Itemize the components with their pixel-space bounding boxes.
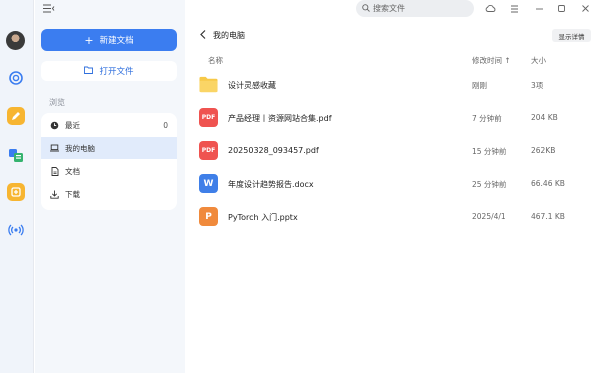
file-row[interactable]: PDF 20250328_093457.pdf 15 分钟前 262KB [193, 137, 593, 165]
file-name: 年度设计趋势报告.docx [228, 180, 314, 189]
plus-icon: + [84, 33, 94, 47]
file-size: 262KB [531, 146, 556, 155]
file-modified: 25 分钟前 [472, 180, 507, 189]
new-document-label: 新建文档 [99, 36, 134, 46]
browse-section-label: 浏览 [49, 98, 65, 107]
collapse-menu-icon[interactable] [43, 4, 55, 13]
column-header-modified[interactable]: 修改时间 ↑ [472, 55, 511, 66]
file-modified: 刚刚 [472, 81, 487, 90]
file-size: 3项 [531, 81, 544, 90]
breadcrumb: 我的电脑 [213, 31, 245, 40]
pdf-file-icon: PDF [199, 141, 218, 160]
file-modified: 7 分钟前 [472, 114, 502, 123]
file-name: 20250328_093457.pdf [228, 146, 319, 155]
column-header-size[interactable]: 大小 [531, 55, 546, 66]
search-input[interactable] [373, 4, 463, 13]
files-app-icon[interactable] [7, 146, 25, 164]
file-row[interactable]: PDF 产品经理丨资源网站合集.pdf 7 分钟前 204 KB [193, 104, 593, 132]
close-icon[interactable] [580, 3, 591, 14]
sidebar-item-downloads[interactable]: 下载 [41, 183, 177, 205]
recent-count: 0 [163, 120, 168, 130]
file-modified: 2025/4/1 [472, 212, 506, 221]
file-name: PyTorch 入门.pptx [228, 213, 298, 222]
file-size: 204 KB [531, 113, 558, 122]
sidebar-item-label: 最近 [65, 120, 80, 130]
sidebar-item-label: 我的电脑 [65, 143, 95, 153]
add-app-icon[interactable] [7, 183, 25, 201]
notes-pencil-icon[interactable] [7, 107, 25, 125]
document-icon [50, 166, 59, 176]
open-file-label: 打开文件 [99, 67, 134, 77]
folder-open-icon [84, 66, 94, 77]
file-modified: 15 分钟前 [472, 147, 507, 156]
file-row[interactable]: 设计灵感收藏 刚刚 3项 [193, 71, 593, 99]
search-bar[interactable] [356, 0, 474, 17]
app-rail [0, 0, 34, 373]
download-icon [50, 190, 59, 199]
word-file-icon: W [199, 174, 218, 193]
sidebar-item-label: 下载 [65, 189, 80, 199]
broadcast-icon[interactable] [7, 221, 25, 239]
powerpoint-file-icon: P [199, 207, 218, 226]
sidebar-item-my-computer[interactable]: 我的电脑 [41, 137, 177, 159]
sidebar-item-recent[interactable]: 最近 0 [41, 114, 177, 136]
minimize-icon[interactable] [534, 3, 545, 14]
pdf-file-icon: PDF [199, 108, 218, 127]
ai-assistant-icon[interactable] [7, 69, 25, 87]
menu-icon[interactable] [509, 3, 520, 14]
file-size: 66.46 KB [531, 179, 565, 188]
back-icon[interactable] [199, 29, 208, 40]
new-document-button[interactable]: + 新建文档 [41, 29, 177, 51]
file-name: 设计灵感收藏 [228, 81, 276, 90]
laptop-icon [50, 144, 59, 153]
column-header-name[interactable]: 名称 [208, 55, 223, 66]
sidebar-nav: 最近 0 我的电脑 文档 下载 [41, 113, 177, 210]
avatar[interactable] [6, 31, 25, 50]
file-row[interactable]: W 年度设计趋势报告.docx 25 分钟前 66.46 KB [193, 170, 593, 198]
cloud-sync-icon[interactable] [485, 3, 496, 14]
show-details-button[interactable]: 显示详情 [552, 29, 591, 42]
open-file-button[interactable]: 打开文件 [41, 61, 177, 81]
sidebar-item-label: 文档 [65, 166, 80, 176]
clock-icon [50, 121, 59, 130]
file-name: 产品经理丨资源网站合集.pdf [228, 114, 332, 123]
sidebar-item-documents[interactable]: 文档 [41, 160, 177, 182]
file-row[interactable]: P PyTorch 入门.pptx 2025/4/1 467.1 KB [193, 203, 593, 231]
search-icon [362, 3, 370, 14]
maximize-icon[interactable] [556, 3, 567, 14]
file-size: 467.1 KB [531, 212, 565, 221]
folder-icon [199, 75, 218, 94]
